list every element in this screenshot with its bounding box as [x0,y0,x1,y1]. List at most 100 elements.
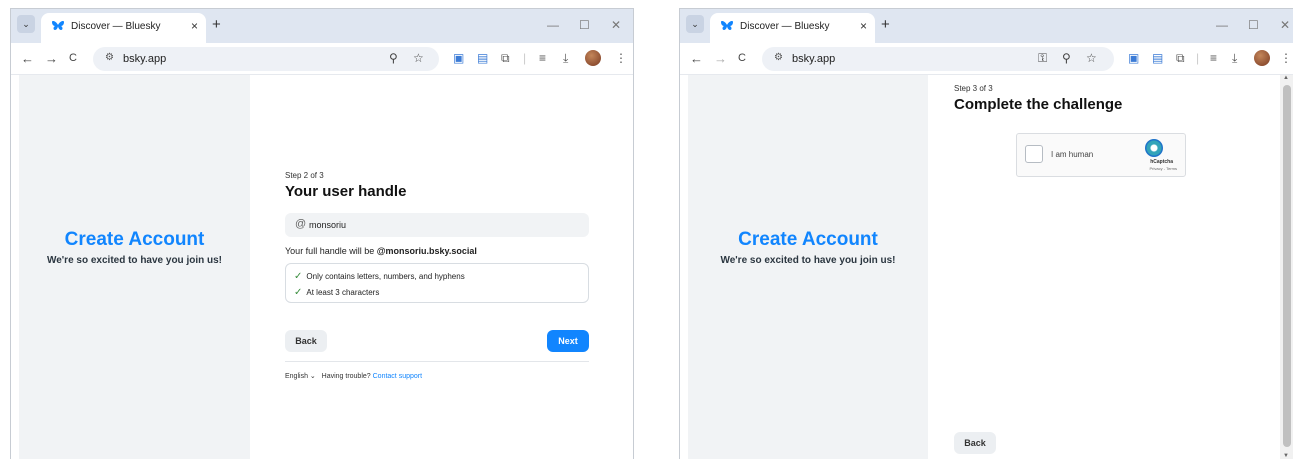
captcha-brand: hCaptcha [1150,159,1173,165]
forward-arrow-icon[interactable]: → [45,51,58,66]
tab-search-icon[interactable]: ⌄ [686,15,704,33]
tab-search-icon[interactable]: ⌄ [17,15,35,33]
back-arrow-icon[interactable]: ← [21,51,34,66]
reading-list-icon[interactable]: ≡ [1210,51,1217,65]
maximize-icon[interactable]: ☐ [1248,18,1259,32]
site-settings-icon[interactable]: ⚙ [105,52,114,63]
url-text: bsky.app [123,53,167,65]
tab-close-icon[interactable]: × [191,19,198,33]
handle-requirements: ✓ Only contains letters, numbers, and hyp… [285,263,589,303]
close-window-icon[interactable]: ✕ [1280,18,1290,32]
tab-title: Discover — Bluesky [71,21,161,32]
browser-toolbar: ← → C ⚙ bsky.app ⚿ ⚲ ☆ ▣ ▤ ⧉ | ≡ ⤓ ⋮ [680,43,1293,75]
tab-bar: ⌄ Discover — Bluesky × + — ☐ ✕ [11,9,633,43]
bluesky-butterfly-icon [51,20,65,32]
menu-icon[interactable]: ⋮ [1280,51,1292,65]
requirement-row: ✓ Only contains letters, numbers, and hyp… [294,271,465,282]
minimize-icon[interactable]: — [547,18,559,32]
next-button[interactable]: Next [547,330,589,352]
page-title: Your user handle [285,183,407,200]
site-settings-icon[interactable]: ⚙ [774,52,783,63]
requirement-text: Only contains letters, numbers, and hyph… [306,272,465,281]
language-select[interactable]: English ⌄ [285,373,316,380]
address-bar[interactable]: ⚙ bsky.app ⚲ ☆ [93,47,439,71]
create-account-subtitle: We're so excited to have you join us! [46,255,222,266]
full-handle-prefix: Your full handle will be [285,246,375,256]
toolbar-divider: | [523,51,527,65]
extension-translate-icon[interactable]: ▤ [477,51,488,65]
reload-icon[interactable]: C [69,52,77,64]
captcha-label: I am human [1051,150,1094,159]
captcha-terms-link[interactable]: Privacy - Terms [1150,166,1177,171]
left-panel: Create Account We're so excited to have … [688,75,928,459]
tab-discover-bluesky[interactable]: Discover — Bluesky × [710,13,875,43]
step-indicator: Step 3 of 3 [954,84,993,93]
scrollbar-thumb[interactable] [1283,85,1291,447]
requirement-text: At least 3 characters [306,288,380,297]
download-icon[interactable]: ⤓ [1232,51,1237,66]
back-button[interactable]: Back [954,432,996,454]
scroll-down-icon[interactable]: ▼ [1283,453,1289,459]
create-account-subtitle: We're so excited to have you join us! [720,255,896,266]
browser-window-step-3: ⌄ Discover — Bluesky × + — ☐ ✕ ← → C ⚙ b… [679,8,1293,459]
extension-screenshot-icon[interactable]: ▣ [1128,51,1139,65]
reading-list-icon[interactable]: ≡ [539,51,546,65]
create-account-title: Create Account [738,229,878,250]
url-text: bsky.app [792,53,836,65]
footer-divider [285,361,589,362]
forward-arrow-icon[interactable]: → [714,51,727,66]
minimize-icon[interactable]: — [1216,18,1228,32]
browser-window-step-2: ⌄ Discover — Bluesky × + — ☐ ✕ ← → C ⚙ b… [10,8,634,459]
profile-avatar[interactable] [1254,50,1270,66]
language-label: English [285,373,308,380]
page-content: Create Account We're so excited to have … [11,75,633,459]
scroll-up-icon[interactable]: ▲ [1283,75,1289,81]
hcaptcha-logo-icon [1145,139,1163,157]
chevron-down-icon: ⌄ [309,373,316,380]
step-indicator: Step 2 of 3 [285,171,324,180]
tab-title: Discover — Bluesky [740,21,830,32]
contact-support-link[interactable]: Contact support [373,373,422,380]
bookmark-star-icon[interactable]: ☆ [1086,51,1097,65]
new-tab-icon[interactable]: + [212,16,221,33]
check-icon: ✓ [294,287,303,298]
menu-icon[interactable]: ⋮ [615,51,627,65]
left-panel: Create Account We're so excited to have … [19,75,250,459]
handle-input[interactable] [309,213,579,237]
download-icon[interactable]: ⤓ [563,51,568,66]
extensions-puzzle-icon[interactable]: ⧉ [1176,51,1185,66]
at-icon: @ [295,218,307,230]
address-bar[interactable]: ⚙ bsky.app ⚿ ⚲ ☆ [762,47,1114,71]
extensions-puzzle-icon[interactable]: ⧉ [501,51,510,66]
back-arrow-icon[interactable]: ← [690,51,703,66]
footer: English ⌄ Having trouble? Contact suppor… [285,372,422,380]
new-tab-icon[interactable]: + [881,16,890,33]
page-content: Create Account We're so excited to have … [680,75,1293,459]
tab-bar: ⌄ Discover — Bluesky × + — ☐ ✕ [680,9,1293,43]
tab-close-icon[interactable]: × [860,19,867,33]
extension-screenshot-icon[interactable]: ▣ [453,51,464,65]
tab-discover-bluesky[interactable]: Discover — Bluesky × [41,13,206,43]
requirement-row: ✓ At least 3 characters [294,287,379,298]
password-key-icon[interactable]: ⚿ [1038,51,1047,66]
zoom-icon[interactable]: ⚲ [1062,51,1071,65]
page-title: Complete the challenge [954,96,1123,113]
create-account-title: Create Account [64,229,205,250]
hcaptcha-widget: I am human hCaptcha Privacy - Terms [1016,133,1186,177]
check-icon: ✓ [294,271,303,282]
full-handle-value: @monsoriu.bsky.social [376,246,477,256]
close-window-icon[interactable]: ✕ [611,18,621,32]
bluesky-butterfly-icon [720,20,734,32]
zoom-icon[interactable]: ⚲ [389,51,398,65]
trouble-text: Having trouble? [321,373,371,380]
back-button[interactable]: Back [285,330,327,352]
reload-icon[interactable]: C [738,52,746,64]
handle-field[interactable]: @ [285,213,589,237]
browser-toolbar: ← → C ⚙ bsky.app ⚲ ☆ ▣ ▤ ⧉ | ≡ ⤓ ⋮ [11,43,633,75]
page-scrollbar[interactable]: ▲ ▼ [1280,75,1293,459]
captcha-checkbox[interactable] [1025,145,1043,163]
maximize-icon[interactable]: ☐ [579,18,590,32]
extension-translate-icon[interactable]: ▤ [1152,51,1163,65]
profile-avatar[interactable] [585,50,601,66]
bookmark-star-icon[interactable]: ☆ [413,51,424,65]
